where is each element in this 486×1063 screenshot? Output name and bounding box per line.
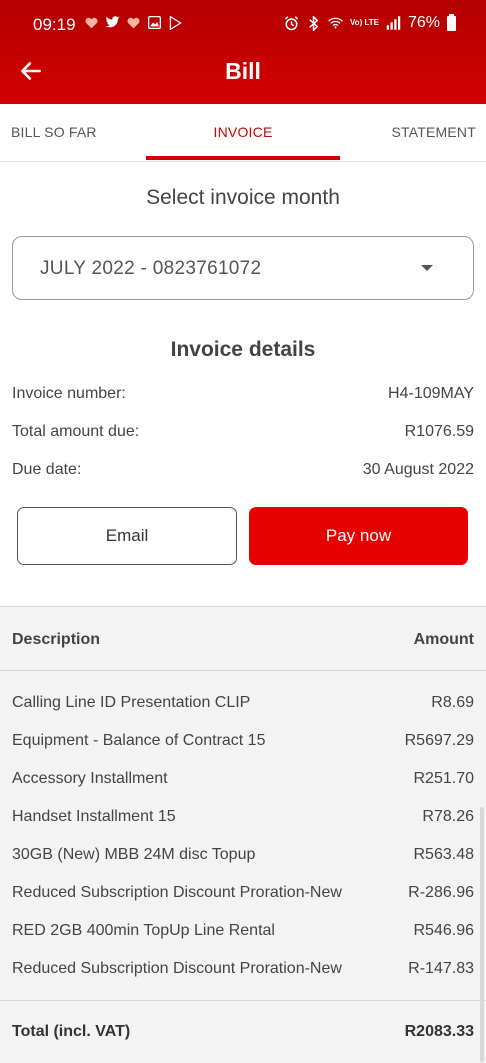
column-header-description: Description: [12, 631, 101, 648]
pay-now-button[interactable]: Pay now: [249, 507, 468, 565]
item-description: Reduced Subscription Discount Proration-…: [12, 960, 342, 977]
tab-invoice[interactable]: INVOICE: [146, 124, 340, 140]
app-header: 09:19 Vo) LTE 76% Bill: [0, 0, 486, 104]
item-amount: R5697.29: [404, 732, 474, 749]
total-amount: R2083.33: [404, 1023, 474, 1040]
page-title: Bill: [225, 58, 261, 84]
invoice-items-table: Description Amount Calling Line ID Prese…: [0, 606, 486, 1063]
item-description: RED 2GB 400min TopUp Line Rental: [12, 922, 275, 939]
divider: [0, 670, 486, 671]
bluetooth-icon: [306, 15, 321, 31]
scrollbar[interactable]: [480, 807, 484, 1062]
tab-bar: BILL SO FAR INVOICE STATEMENT: [0, 104, 486, 162]
detail-value: H4-109MAY: [388, 385, 474, 402]
wifi-icon: [328, 16, 343, 31]
detail-label: Invoice number:: [12, 385, 126, 402]
detail-label: Total amount due:: [12, 423, 140, 440]
heart-icon: [84, 15, 99, 30]
select-month-title: Select invoice month: [146, 186, 340, 209]
item-amount: R8.69: [431, 694, 474, 711]
item-amount: R546.96: [413, 922, 475, 939]
detail-label: Due date:: [12, 461, 82, 478]
heart-icon: [126, 15, 141, 30]
item-amount: R251.70: [413, 770, 475, 787]
system-status: Vo) LTE 76%: [284, 13, 456, 32]
item-description: Handset Installment 15: [12, 808, 176, 825]
item-amount: R563.48: [413, 846, 475, 863]
detail-value: 30 August 2022: [362, 461, 474, 478]
notification-icons: [84, 15, 183, 30]
item-description: 30GB (New) MBB 24M disc Topup: [12, 846, 256, 863]
detail-value: R1076.59: [404, 423, 474, 440]
signal-icon: [386, 16, 401, 31]
item-amount: R-147.83: [408, 960, 474, 977]
chevron-down-icon: [421, 265, 433, 271]
invoice-month-dropdown[interactable]: JULY 2022 - 0823761072: [12, 236, 474, 300]
battery-icon: [447, 13, 456, 31]
battery-percent: 76%: [407, 14, 440, 31]
lte-label: Vo) LTE: [349, 18, 379, 27]
item-description: Calling Line ID Presentation CLIP: [12, 694, 251, 711]
twitter-icon: [105, 15, 120, 30]
play-store-icon: [168, 15, 183, 30]
status-bar: 09:19 Vo) LTE 76%: [0, 0, 486, 52]
active-tab-indicator: [146, 156, 340, 160]
item-amount: R78.26: [422, 808, 474, 825]
total-label: Total (incl. VAT): [12, 1023, 131, 1040]
alarm-icon: [284, 15, 299, 31]
dropdown-value: JULY 2022 - 0823761072: [40, 258, 262, 279]
status-time: 09:19: [33, 15, 76, 34]
invoice-details-title: Invoice details: [170, 338, 316, 361]
divider: [0, 1000, 486, 1001]
item-description: Equipment - Balance of Contract 15: [12, 732, 266, 749]
item-description: Reduced Subscription Discount Proration-…: [12, 884, 342, 901]
column-header-amount: Amount: [413, 631, 474, 648]
gallery-icon: [147, 15, 162, 30]
email-button[interactable]: Email: [17, 507, 237, 565]
tab-statement[interactable]: STATEMENT: [391, 124, 476, 140]
tab-bill-so-far[interactable]: BILL SO FAR: [11, 124, 97, 140]
item-description: Accessory Installment: [12, 770, 168, 787]
item-amount: R-286.96: [408, 884, 474, 901]
